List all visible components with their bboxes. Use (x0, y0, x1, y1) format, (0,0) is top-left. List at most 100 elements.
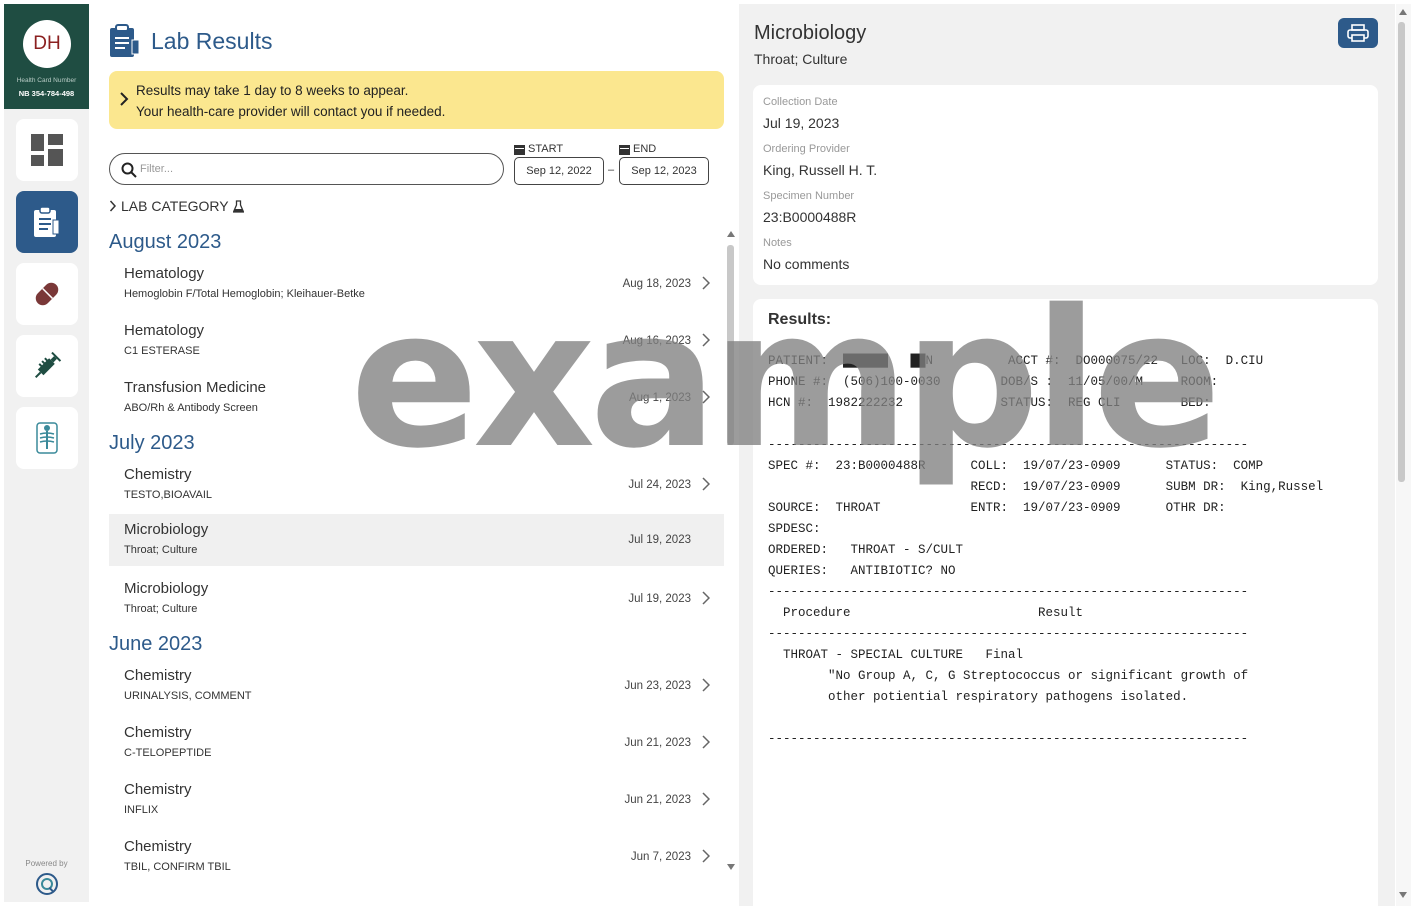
item-subtitle: TESTO,BIOAVAIL (124, 489, 213, 501)
month-header: July 2023 (109, 432, 195, 454)
list-scroll-thumb[interactable] (727, 245, 734, 445)
lab-category-toggle[interactable]: LAB CATEGORY (109, 198, 244, 214)
search-icon (121, 162, 137, 178)
chevron-right-icon (120, 92, 129, 106)
lab-category-label: LAB CATEGORY (121, 198, 229, 214)
scroll-down-icon[interactable] (727, 864, 735, 870)
item-subtitle: Throat; Culture (124, 544, 198, 556)
item-date: Jul 19, 2023 (628, 534, 691, 546)
item-title: Chemistry (124, 724, 192, 741)
nav-medications[interactable] (16, 263, 78, 325)
syringe-icon (34, 351, 62, 379)
list-item[interactable]: Chemistry TBIL, CONFIRM TBIL Jun 7, 2023 (109, 831, 724, 883)
scroll-up-icon[interactable] (1399, 9, 1407, 15)
chevron-right-icon (702, 849, 710, 863)
list-item[interactable]: Chemistry TESTO,BIOAVAIL Jul 24, 2023 (109, 459, 724, 511)
item-date: Aug 1, 2023 (628, 392, 691, 404)
scroll-down-icon[interactable] (1399, 892, 1407, 898)
list-item[interactable]: Transfusion Medicine ABO/Rh & Antibody S… (109, 372, 724, 424)
lab-results-title-icon (110, 24, 140, 57)
list-item[interactable]: Hematology C1 ESTERASE Aug 16, 2023 (109, 315, 724, 367)
specimen-number-label: Specimen Number (763, 190, 855, 202)
end-date-input[interactable]: Sep 12, 2023 (619, 157, 709, 185)
scroll-up-icon[interactable] (727, 231, 735, 237)
item-title: Microbiology (124, 580, 209, 597)
item-date: Jul 24, 2023 (628, 479, 691, 491)
ordering-provider-label: Ordering Provider (763, 143, 850, 155)
item-date: Jun 23, 2023 (624, 680, 691, 692)
calendar-icon (619, 144, 630, 155)
item-date: Jun 7, 2023 (630, 851, 691, 863)
list-item[interactable]: Chemistry INFLIX Jun 21, 2023 (109, 774, 724, 826)
profile-card[interactable]: DH Health Card Number NB 354-784-498 (4, 4, 89, 109)
print-button[interactable] (1338, 18, 1378, 48)
item-title: Microbiology (124, 521, 209, 538)
list-item[interactable]: Chemistry URINALYSIS, COMMENT Jun 23, 20… (109, 660, 724, 712)
nav-lab-results[interactable] (16, 191, 78, 253)
item-title: Hematology (124, 322, 205, 339)
results-card: Results: PATIENT: ██████ ██N ACCT #: DO0… (753, 299, 1378, 906)
chevron-right-icon (702, 678, 710, 692)
item-date: Jun 21, 2023 (624, 794, 691, 806)
nav-dashboard[interactable] (16, 119, 78, 181)
chevron-right-icon (702, 792, 710, 806)
xray-icon (36, 422, 58, 454)
avatar[interactable]: DH (23, 20, 71, 68)
chevron-right-icon (702, 477, 710, 491)
chevron-right-icon (702, 333, 710, 347)
dashboard-icon (31, 134, 63, 166)
chevron-right-icon (109, 200, 117, 212)
filter-field[interactable] (109, 153, 504, 185)
chevron-right-icon (702, 591, 710, 605)
pill-icon (35, 282, 59, 306)
start-date-label: START (514, 143, 563, 155)
specimen-number-value: 23:B0000488R (763, 209, 857, 225)
item-title: Chemistry (124, 781, 192, 798)
nav-imaging[interactable] (16, 407, 78, 469)
nav-immunizations[interactable] (16, 335, 78, 397)
info-banner[interactable]: Results may take 1 day to 8 weeks to app… (109, 71, 724, 129)
specimen-info-card: Collection Date Jul 19, 2023 Ordering Pr… (753, 85, 1378, 285)
collection-date-label: Collection Date (763, 96, 838, 108)
list-item[interactable]: Chemistry C-TELOPEPTIDE Jun 21, 2023 (109, 717, 724, 769)
item-title: Chemistry (124, 838, 192, 855)
detail-panel: Microbiology Throat; Culture Collection … (739, 4, 1395, 906)
item-title: Chemistry (124, 667, 192, 684)
printer-icon (1347, 24, 1369, 42)
filter-input[interactable] (140, 160, 490, 178)
item-subtitle: URINALYSIS, COMMENT (124, 690, 252, 702)
item-date: Jun 21, 2023 (624, 737, 691, 749)
chevron-right-icon (702, 390, 710, 404)
list-item[interactable]: Microbiology Throat; Culture Jul 19, 202… (109, 573, 724, 625)
detail-subtitle: Throat; Culture (754, 51, 848, 67)
item-date: Aug 18, 2023 (622, 278, 691, 290)
banner-line-2: Your health-care provider will contact y… (136, 104, 446, 119)
chevron-right-icon (702, 735, 710, 749)
notes-value: No comments (763, 256, 850, 272)
banner-line-1: Results may take 1 day to 8 weeks to app… (136, 83, 409, 98)
item-subtitle: TBIL, CONFIRM TBIL (124, 861, 231, 873)
item-subtitle: Hemoglobin F/Total Hemoglobin; Kleihauer… (124, 288, 365, 300)
list-item-selected[interactable]: Microbiology Throat; Culture Jul 19, 202… (109, 514, 724, 566)
end-label-text: END (633, 143, 657, 155)
chevron-right-icon (702, 276, 710, 290)
lab-results-list[interactable]: August 2023 Hematology Hemoglobin F/Tota… (109, 228, 724, 906)
list-item[interactable]: Hematology Hemoglobin F/Total Hemoglobin… (109, 258, 724, 310)
item-subtitle: ABO/Rh & Antibody Screen (124, 402, 258, 414)
calendar-icon (514, 144, 525, 155)
health-card-number: NB 354-784-498 (18, 89, 75, 98)
page-title: Lab Results (151, 28, 273, 54)
date-separator: – (608, 164, 615, 176)
start-label-text: START (528, 143, 564, 155)
item-date: Jul 19, 2023 (628, 593, 691, 605)
health-card-label: Health Card Number (16, 77, 77, 84)
results-heading: Results: (768, 311, 832, 328)
item-subtitle: Throat; Culture (124, 603, 198, 615)
results-report: PATIENT: ██████ ██N ACCT #: DO000075/22 … (768, 354, 1324, 746)
start-date-input[interactable]: Sep 12, 2022 (514, 157, 604, 185)
ordering-provider-value: King, Russell H. T. (763, 162, 878, 178)
collection-date-value: Jul 19, 2023 (763, 115, 840, 131)
month-header: June 2023 (109, 633, 203, 655)
clipboard-icon (34, 206, 60, 237)
detail-scroll-thumb[interactable] (1398, 22, 1405, 482)
